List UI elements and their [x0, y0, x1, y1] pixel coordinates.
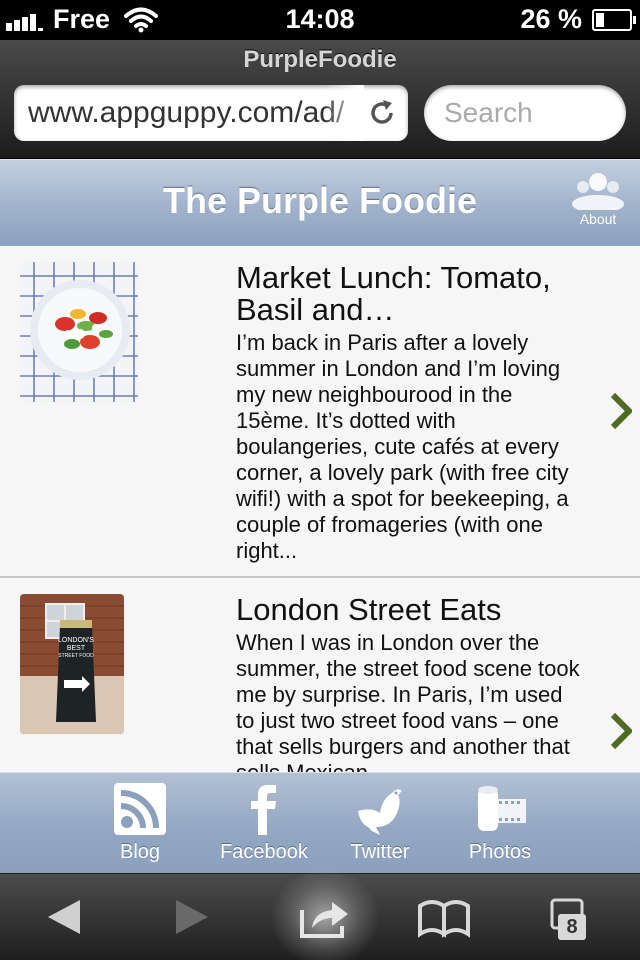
sign-text-2: BEST	[67, 645, 86, 652]
battery-percentage: 26 %	[520, 4, 582, 34]
status-bar: Free 14:08 26 %	[0, 0, 640, 40]
post-title: Market Lunch: Tomato, Basil and…	[236, 260, 551, 327]
post-title: London Street Eats	[236, 592, 502, 627]
user-group-icon	[572, 173, 624, 213]
post-text: Market Lunch: Tomato, Basil and… I’m bac…	[236, 262, 586, 564]
post-thumbnail-street-sign: LONDON'S BEST STREET FOOD	[20, 594, 124, 734]
battery-icon	[592, 8, 636, 31]
tab-facebook[interactable]: Facebook	[204, 781, 324, 864]
bookmarks-button[interactable]	[414, 892, 474, 942]
screen: Free 14:08 26 % PurpleFoodie www.appgupp…	[0, 0, 640, 960]
tab-label: Blog	[119, 841, 161, 863]
share-icon	[300, 902, 348, 938]
sign-text-1: LONDON'S	[58, 637, 94, 644]
browser-toolbar-bottom: 8	[0, 868, 640, 960]
browser-page-title: PurpleFoodie	[243, 46, 397, 73]
app-header: The Purple Foodie About	[0, 159, 640, 247]
status-right: 26 %	[520, 4, 636, 35]
browser-toolbar-top: PurpleFoodie	[0, 40, 640, 159]
twitter-bird-icon	[358, 789, 402, 835]
share-button[interactable]	[294, 892, 354, 942]
chevron-right-icon[interactable]	[610, 392, 632, 430]
battery-fill	[596, 12, 604, 27]
tab-label: Photos	[468, 841, 532, 863]
list-item[interactable]: Market Lunch: Tomato, Basil and… I’m bac…	[0, 246, 640, 578]
chevron-right-icon[interactable]	[610, 712, 632, 750]
list-item[interactable]: LONDON'S BEST STREET FOOD London Street …	[0, 578, 640, 772]
tab-twitter[interactable]: Twitter	[320, 781, 440, 864]
about-button[interactable]: About	[566, 170, 630, 227]
search-field[interactable]	[424, 85, 626, 141]
book-icon	[418, 900, 470, 938]
open-pages-count: 8	[558, 914, 586, 940]
tab-label: Twitter	[350, 841, 410, 863]
facebook-icon	[251, 785, 276, 835]
post-list[interactable]: Market Lunch: Tomato, Basil and… I’m bac…	[0, 246, 640, 772]
forward-button[interactable]	[160, 892, 220, 942]
post-excerpt: When I was in London over the summer, th…	[236, 630, 580, 772]
reload-icon[interactable]	[366, 97, 398, 129]
tab-photos[interactable]: Photos	[440, 781, 560, 864]
back-button[interactable]	[36, 892, 96, 942]
tab-blog[interactable]: Blog	[80, 781, 200, 864]
address-bar[interactable]	[14, 85, 408, 141]
post-thumbnail-salad	[20, 262, 138, 402]
about-label: About	[579, 211, 617, 227]
back-arrow-icon	[48, 900, 80, 934]
app-title: The Purple Foodie	[162, 180, 477, 221]
url-input[interactable]	[28, 85, 348, 141]
post-excerpt: I’m back in Paris after a lovely summer …	[236, 330, 569, 563]
sign-text-3: STREET FOOD	[58, 653, 94, 659]
tab-label: Facebook	[220, 841, 308, 863]
rss-icon	[114, 783, 166, 835]
film-roll-icon	[478, 786, 526, 831]
post-text: London Street Eats When I was in London …	[236, 592, 586, 773]
forward-arrow-icon	[176, 900, 208, 934]
app-tab-bar: Blog Facebook Twitter Photos	[0, 772, 640, 874]
search-input[interactable]	[444, 85, 614, 141]
